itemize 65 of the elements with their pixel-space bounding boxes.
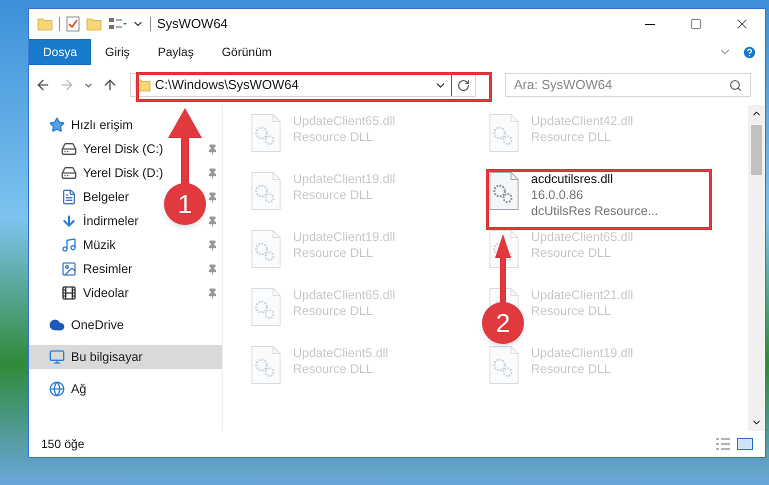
forward-icon[interactable] [59, 77, 75, 93]
file-detail: dcUtilsRes Resource... [531, 203, 658, 219]
dll-file-icon [251, 171, 281, 211]
sidebar-item[interactable]: Hızlı erişim [29, 113, 222, 137]
sidebar-item[interactable]: Yerel Disk (D:) [83, 164, 164, 182]
star-icon [49, 117, 65, 133]
ribbon-tab[interactable]: Görünüm [208, 39, 286, 65]
refresh-icon[interactable] [457, 78, 470, 92]
large-icons-view-icon[interactable] [737, 438, 753, 450]
dll-file-icon [251, 113, 281, 153]
new-folder-icon [86, 17, 102, 31]
search-field[interactable]: Ara: SysWOW64 [514, 75, 729, 95]
scroll-thumb[interactable] [751, 125, 762, 175]
ribbon-tab[interactable]: Paylaş [144, 39, 208, 65]
sidebar-item[interactable]: Belgeler [83, 188, 129, 206]
file-name: acdcutilsres.dll [531, 171, 614, 187]
dll-file-icon [251, 287, 281, 327]
details-view-icon[interactable] [715, 438, 731, 450]
network-icon [49, 381, 65, 397]
cloud-icon [49, 317, 65, 333]
ribbon-tab[interactable]: Dosya [29, 39, 92, 65]
dll-file-icon [489, 171, 519, 211]
sidebar-item[interactable]: Bu bilgisayar [29, 345, 222, 369]
dll-file-icon [489, 345, 519, 385]
folder-icon [37, 17, 53, 31]
window-title: SysWOW64 [157, 15, 228, 34]
sidebar-item[interactable]: OneDrive [29, 313, 222, 337]
picture-icon [61, 261, 77, 277]
pin-icon[interactable] [207, 216, 218, 226]
search-icon [729, 78, 742, 92]
pin-icon[interactable] [207, 288, 218, 298]
pin-icon[interactable] [207, 240, 218, 250]
drive-icon [61, 165, 77, 181]
address-path: C:\Windows\SysWOW64 [155, 76, 299, 94]
ribbon-tab[interactable]: Giriş [91, 39, 144, 65]
monitor-icon [49, 349, 65, 365]
maximize-icon [690, 18, 702, 30]
search-box[interactable]: Ara: SysWOW64 [505, 73, 751, 97]
pin-icon[interactable] [207, 192, 218, 202]
drive-icon [61, 141, 77, 157]
download-icon [61, 213, 77, 229]
film-icon [61, 285, 77, 301]
up-icon[interactable] [102, 77, 118, 93]
dll-file-icon [251, 345, 281, 385]
sidebar-item[interactable]: Müzik [83, 236, 116, 254]
pin-icon[interactable] [207, 144, 218, 154]
scrollbar[interactable] [748, 105, 765, 431]
dll-file-icon [251, 229, 281, 269]
sidebar-item[interactable]: İndirmeler [83, 212, 139, 230]
sidebar-item[interactable]: Videolar [83, 284, 129, 302]
sidebar-item[interactable]: Yerel Disk (C:) [83, 140, 164, 158]
pin-icon[interactable] [207, 264, 218, 274]
music-icon [61, 237, 77, 253]
help-icon[interactable] [742, 44, 757, 60]
pin-icon[interactable] [207, 168, 218, 178]
dll-file-icon [489, 113, 519, 153]
sidebar-item[interactable]: Resimler [83, 260, 132, 278]
properties-icon[interactable] [66, 16, 80, 32]
view-options-icon[interactable] [108, 17, 128, 31]
file-detail: 16.0.0.86 [531, 187, 584, 203]
back-icon[interactable] [35, 77, 51, 93]
arrow-drawing [495, 234, 511, 305]
item-count: 150 öğe [41, 436, 84, 453]
sidebar-item[interactable]: Ağ [29, 377, 222, 401]
document-icon [61, 189, 77, 205]
